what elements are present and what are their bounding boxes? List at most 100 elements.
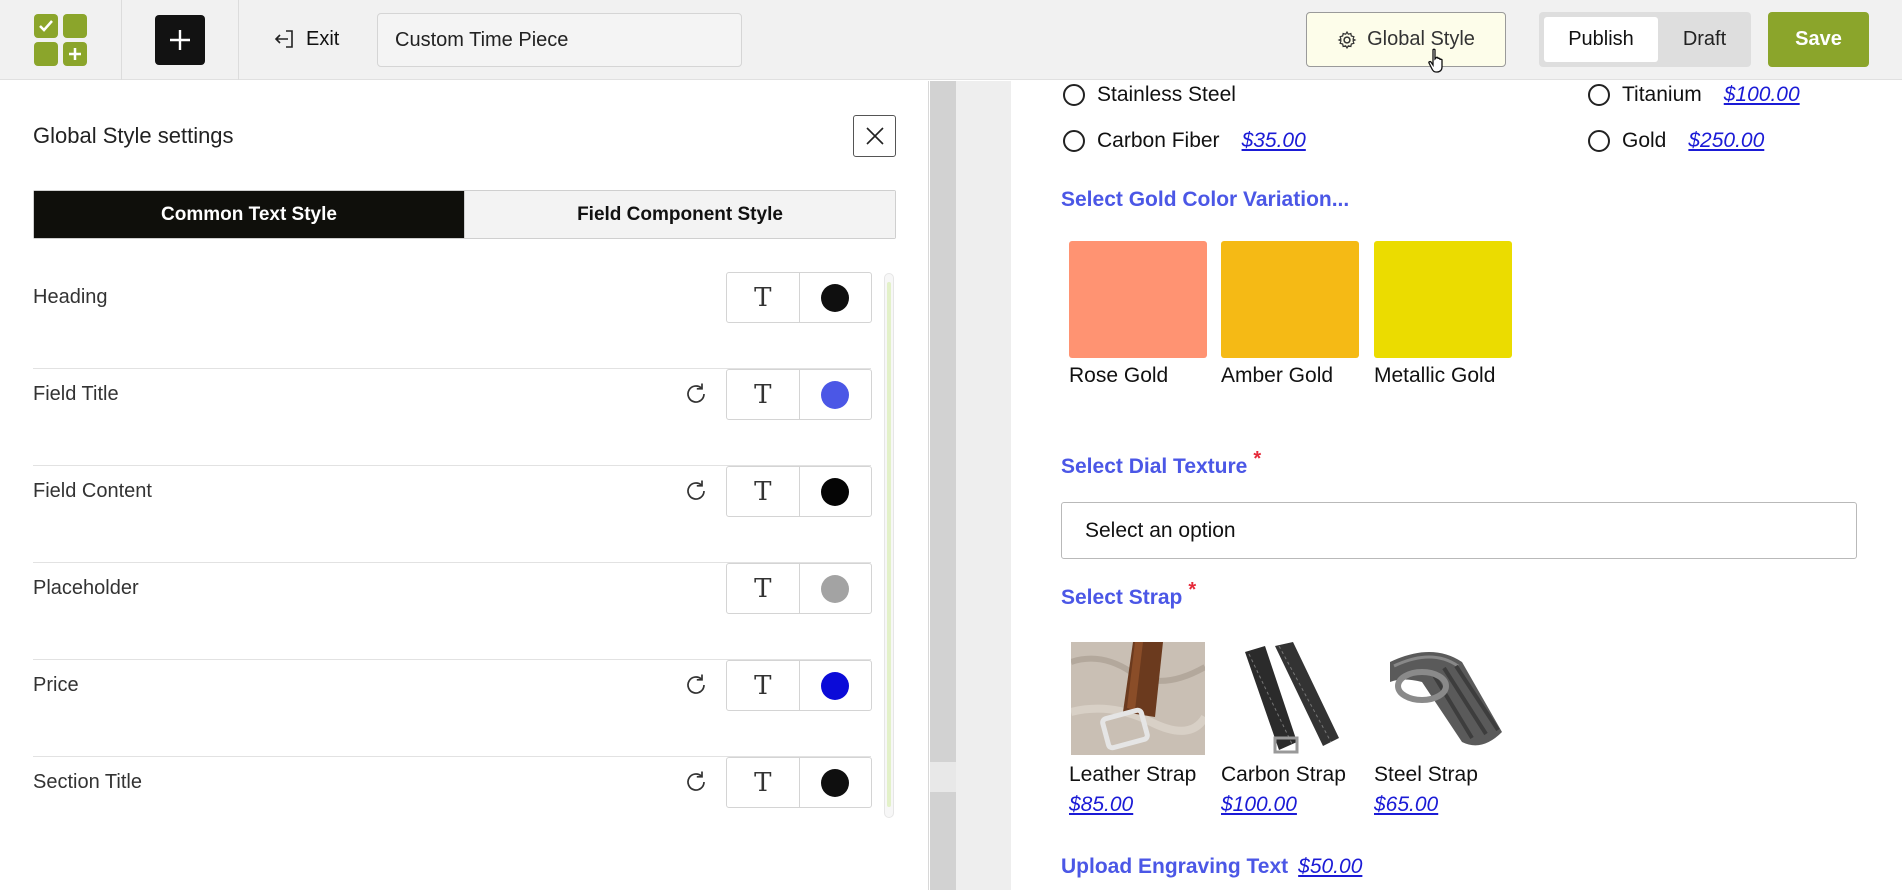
- global-style-button[interactable]: Global Style: [1306, 12, 1506, 67]
- color-swatch: [821, 477, 850, 506]
- color-swatch[interactable]: [1069, 241, 1207, 358]
- swatch-amber-gold[interactable]: Amber Gold: [1221, 241, 1359, 388]
- text-style-button[interactable]: T: [727, 467, 800, 516]
- strap-title: Select Strap *: [1061, 579, 1196, 610]
- row-label: Placeholder: [33, 577, 139, 599]
- publish-button[interactable]: Publish: [1544, 17, 1658, 62]
- option-label: Titanium: [1622, 83, 1702, 106]
- radio-button[interactable]: [1588, 84, 1610, 106]
- select-placeholder: Select an option: [1085, 518, 1236, 542]
- style-tabs: Common Text Style Field Component Style: [33, 190, 896, 239]
- style-controls: T: [726, 466, 872, 517]
- style-rows: Heading T Field Title T Field Content T …: [33, 272, 872, 854]
- tab-common-text-style[interactable]: Common Text Style: [34, 191, 464, 238]
- swatch-label: Amber Gold: [1221, 364, 1334, 387]
- close-panel-button[interactable]: [853, 115, 896, 157]
- panel-scrollbar[interactable]: [884, 273, 894, 818]
- app-logo[interactable]: [34, 14, 87, 66]
- gold-color-title: Select Gold Color Variation...: [1061, 188, 1350, 211]
- engraving-price: $50.00: [1298, 855, 1363, 878]
- text-style-button[interactable]: T: [727, 661, 800, 710]
- exit-label: Exit: [306, 27, 340, 50]
- radio-option-carbon-fiber[interactable]: Carbon Fiber $35.00: [1063, 129, 1306, 153]
- strap-label: Carbon Strap: [1221, 763, 1346, 786]
- swatch-label: Metallic Gold: [1374, 364, 1496, 387]
- color-swatch: [821, 574, 850, 603]
- leather-strap-image[interactable]: [1071, 642, 1205, 755]
- required-mark: *: [1253, 448, 1262, 470]
- color-swatch[interactable]: [1374, 241, 1512, 358]
- radio-option-stainless-steel[interactable]: Stainless Steel: [1063, 83, 1236, 107]
- style-row-price: Price T: [33, 660, 872, 757]
- strap-price: $100.00: [1221, 793, 1297, 816]
- radio-button[interactable]: [1063, 130, 1085, 152]
- option-price: $250.00: [1688, 129, 1765, 152]
- reset-icon[interactable]: [683, 478, 709, 504]
- text-style-button[interactable]: T: [727, 758, 800, 807]
- canvas-scrollbar-thumb[interactable]: [930, 762, 956, 792]
- color-picker-button[interactable]: [800, 273, 872, 322]
- plus-icon: [170, 30, 190, 50]
- style-controls: T: [726, 563, 872, 614]
- reset-icon[interactable]: [683, 769, 709, 795]
- style-row-heading: Heading T: [33, 272, 872, 369]
- tab-field-component-style[interactable]: Field Component Style: [464, 191, 895, 238]
- reset-icon[interactable]: [683, 672, 709, 698]
- text-style-button[interactable]: T: [727, 273, 800, 322]
- reset-icon[interactable]: [683, 381, 709, 407]
- style-controls: T: [726, 272, 872, 323]
- color-swatch: [821, 283, 850, 312]
- text-style-button[interactable]: T: [727, 564, 800, 613]
- style-row-section-title: Section Title T: [33, 757, 872, 854]
- steel-strap-image[interactable]: [1382, 642, 1516, 755]
- strap-label: Leather Strap: [1069, 763, 1197, 786]
- top-bar: Exit Global Style Publish Draft Save: [0, 0, 1902, 80]
- global-style-label: Global Style: [1367, 28, 1475, 50]
- strap-option-steel[interactable]: Steel Strap $65.00: [1374, 642, 1516, 817]
- strap-price: $65.00: [1374, 793, 1439, 816]
- style-controls: T: [726, 369, 872, 420]
- color-picker-button[interactable]: [800, 467, 872, 516]
- color-picker-button[interactable]: [800, 758, 872, 807]
- save-button[interactable]: Save: [1768, 12, 1869, 67]
- strap-label: Steel Strap: [1374, 763, 1478, 786]
- hand-cursor-icon: [1428, 48, 1443, 73]
- row-label: Price: [33, 674, 79, 696]
- text-style-button[interactable]: T: [727, 370, 800, 419]
- style-row-field-content: Field Content T: [33, 466, 872, 563]
- swatch-label: Rose Gold: [1069, 364, 1169, 387]
- panel-scrollbar-thumb[interactable]: [887, 282, 891, 807]
- dial-texture-select[interactable]: Select an option: [1061, 502, 1857, 559]
- field-title-text: Upload Engraving Text: [1061, 855, 1289, 878]
- style-row-placeholder: Placeholder T: [33, 563, 872, 660]
- dial-texture-title: Select Dial Texture *: [1061, 448, 1261, 479]
- field-title-text: Select Dial Texture: [1061, 455, 1248, 478]
- strap-option-carbon[interactable]: Carbon Strap $100.00: [1221, 642, 1369, 817]
- color-swatch[interactable]: [1221, 241, 1359, 358]
- row-label: Field Title: [33, 383, 119, 405]
- swatch-rose-gold[interactable]: Rose Gold: [1069, 241, 1207, 388]
- radio-button[interactable]: [1588, 130, 1610, 152]
- strap-option-leather[interactable]: Leather Strap $85.00: [1069, 642, 1209, 817]
- radio-button[interactable]: [1063, 84, 1085, 106]
- exit-button[interactable]: Exit: [272, 24, 339, 54]
- option-price: $35.00: [1241, 129, 1306, 152]
- engraving-title: Upload Engraving Text $50.00: [1061, 855, 1362, 879]
- divider: [238, 0, 239, 80]
- color-picker-button[interactable]: [800, 370, 872, 419]
- style-controls: T: [726, 660, 872, 711]
- carbon-strap-image[interactable]: [1235, 642, 1369, 755]
- row-label: Field Content: [33, 480, 152, 502]
- color-picker-button[interactable]: [800, 661, 872, 710]
- global-style-panel: Global Style settings Common Text Style …: [0, 81, 929, 890]
- swatch-metallic-gold[interactable]: Metallic Gold: [1374, 241, 1512, 388]
- draft-button[interactable]: Draft: [1663, 17, 1746, 62]
- radio-option-titanium[interactable]: Titanium $100.00: [1588, 83, 1800, 107]
- exit-icon: [274, 30, 293, 48]
- add-button[interactable]: [155, 15, 205, 65]
- color-picker-button[interactable]: [800, 564, 872, 613]
- radio-option-gold[interactable]: Gold $250.00: [1588, 129, 1764, 153]
- form-title-input[interactable]: [377, 13, 742, 67]
- color-swatch: [821, 671, 850, 700]
- row-label: Heading: [33, 286, 108, 308]
